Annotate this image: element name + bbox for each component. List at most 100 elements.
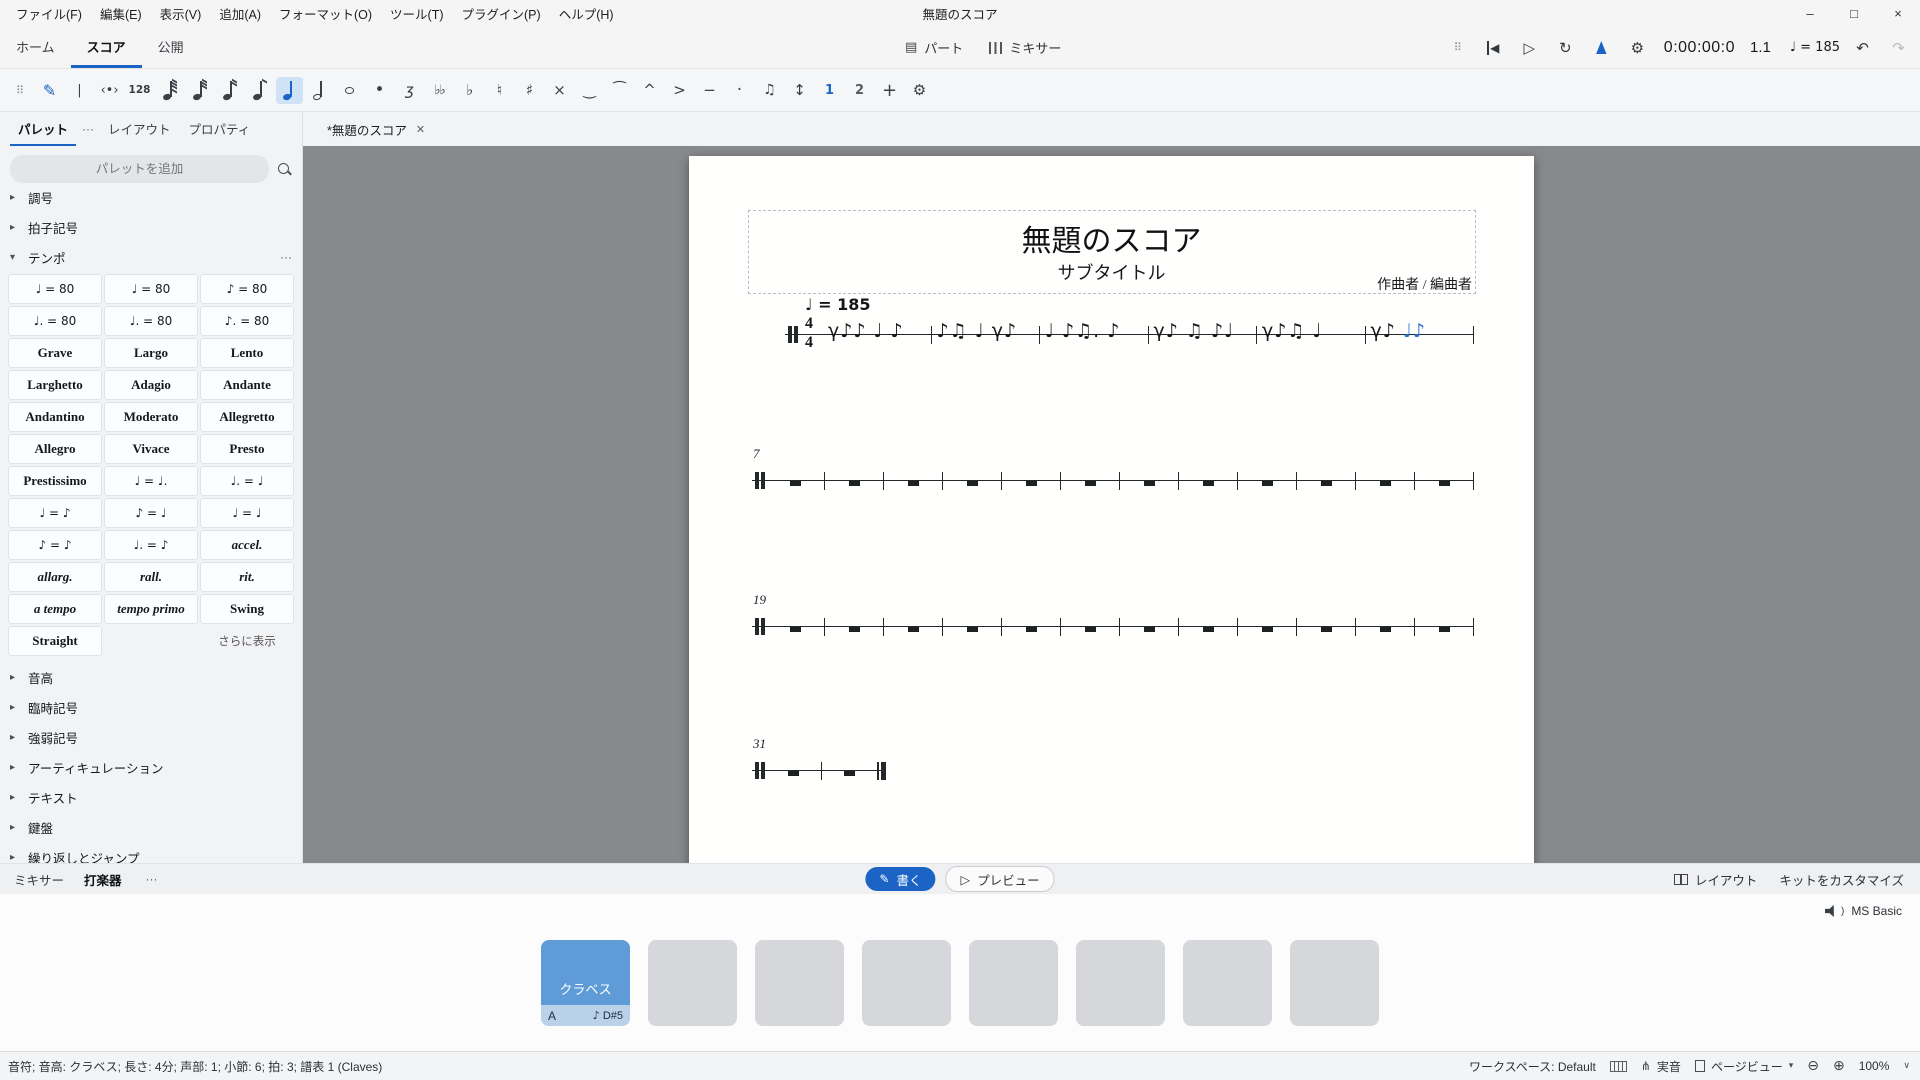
measure[interactable]: ♩ ♪♫. ♪	[1040, 326, 1149, 344]
measure[interactable]	[1297, 472, 1356, 490]
measure[interactable]	[1061, 618, 1120, 636]
measure[interactable]	[1356, 618, 1415, 636]
note-group[interactable]: ♩ ♪♫. ♪	[1045, 320, 1120, 342]
tempo-palette-item[interactable]: accel.	[200, 530, 294, 560]
measure[interactable]	[1002, 618, 1061, 636]
tempo-palette-item[interactable]: ♩ = ♪	[8, 498, 102, 528]
bottom-menu-icon[interactable]: ···	[142, 872, 162, 886]
minimize-button[interactable]: –	[1788, 0, 1832, 27]
palette-section-collapsed[interactable]: ▸鍵盤	[0, 812, 302, 842]
measure[interactable]	[766, 472, 825, 490]
tempo-palette-item[interactable]: ♩ = ♩.	[104, 466, 198, 496]
slur-button[interactable]: ⁀	[606, 77, 633, 104]
measure[interactable]	[884, 472, 943, 490]
toolbar-drag-handle[interactable]: ⠿	[6, 77, 33, 104]
measure[interactable]	[766, 618, 825, 636]
metronome-button[interactable]	[1588, 34, 1615, 61]
tempo-palette-item[interactable]: Adagio	[104, 370, 198, 400]
accent-button[interactable]: >	[666, 77, 693, 104]
drum-pad[interactable]	[1076, 940, 1165, 1026]
note-16-button[interactable]	[216, 77, 243, 104]
double-flat-button[interactable]: ♭♭	[426, 77, 453, 104]
staff-system[interactable]: 7	[752, 459, 1474, 503]
palettes-menu-icon[interactable]: ···	[78, 112, 98, 146]
playback-settings-button[interactable]: ⚙	[1624, 34, 1651, 61]
palette-section-menu-icon[interactable]: ···	[280, 250, 292, 264]
score-title[interactable]: 無題のスコア	[689, 216, 1534, 260]
tempo-palette-item[interactable]: ♩. = ♪	[104, 530, 198, 560]
close-tab-icon[interactable]: ✕	[416, 123, 425, 136]
playback-tempo[interactable]: ♩ = 185	[1790, 40, 1840, 55]
tempo-palette-item[interactable]: ♪ = 80	[200, 274, 294, 304]
tempo-palette-item[interactable]: ♩ = 80	[8, 274, 102, 304]
palette-section-collapsed[interactable]: ▸テキスト	[0, 782, 302, 812]
measure[interactable]	[766, 762, 822, 780]
redo-button[interactable]: ↷	[1885, 34, 1912, 61]
tempo-palette-item[interactable]: Presto	[200, 434, 294, 464]
tab-palettes[interactable]: パレット	[10, 112, 76, 146]
midi-keyboard-icon[interactable]	[1610, 1061, 1627, 1072]
measure[interactable]	[884, 618, 943, 636]
tempo-palette-item[interactable]: tempo primo	[104, 594, 198, 624]
zoom-in-button[interactable]: ⊕	[1833, 1058, 1845, 1074]
tempo-palette-item[interactable]: Allegro	[8, 434, 102, 464]
play-button[interactable]: ▷	[1516, 34, 1543, 61]
sharp-button[interactable]: ♯	[516, 77, 543, 104]
tempo-palette-item[interactable]: ♩. = ♩	[200, 466, 294, 496]
augmentation-dot-button[interactable]: •	[366, 77, 393, 104]
menu-item[interactable]: フォーマット(O)	[271, 1, 380, 26]
tempo-palette-item[interactable]: ♪ = ♪	[8, 530, 102, 560]
measure[interactable]: γ♪ ♩♪	[1366, 326, 1475, 344]
score-credits[interactable]: 作曲者 / 編曲者	[1377, 274, 1472, 294]
measure[interactable]	[1120, 618, 1179, 636]
tempo-palette-item[interactable]: allarg.	[8, 562, 102, 592]
tempo-palette-item[interactable]: ♩. = 80	[104, 306, 198, 336]
measure[interactable]	[822, 762, 878, 780]
palette-section-collapsed[interactable]: ▸臨時記号	[0, 692, 302, 722]
tab-home[interactable]: ホーム	[0, 27, 71, 68]
tempo-marking[interactable]: ♩ = 185	[805, 295, 871, 314]
drum-pad-claves[interactable]: クラベスA♪D#5	[541, 940, 630, 1026]
note-half-button[interactable]	[306, 77, 333, 104]
tab-layout[interactable]: レイアウト	[100, 112, 179, 146]
palette-section-collapsed[interactable]: ▸音高	[0, 662, 302, 692]
menu-item[interactable]: プラグイン(P)	[454, 1, 549, 26]
double-sharp-button[interactable]: ×	[546, 77, 573, 104]
time-signature[interactable]: 44	[799, 313, 823, 357]
tempo-palette-item[interactable]: a tempo	[8, 594, 102, 624]
selected-notes[interactable]: ♩♪	[1403, 320, 1426, 342]
tempo-palette-item[interactable]: Prestissimo	[8, 466, 102, 496]
measure[interactable]	[825, 618, 884, 636]
menu-item[interactable]: 表示(V)	[152, 1, 210, 26]
tuplet-button[interactable]: ♫	[756, 77, 783, 104]
drum-pad[interactable]	[862, 940, 951, 1026]
tempo-palette-item[interactable]: ♩ = 80	[104, 274, 198, 304]
note-group[interactable]: γ♪♫ ♩	[1262, 320, 1322, 342]
measure[interactable]	[1238, 472, 1297, 490]
undo-button[interactable]: ↶	[1849, 34, 1876, 61]
drum-pad[interactable]	[648, 940, 737, 1026]
tempo-palette-item[interactable]: Grave	[8, 338, 102, 368]
note-8-button[interactable]	[246, 77, 273, 104]
preview-mode-button[interactable]: ▷ プレビュー	[945, 866, 1054, 892]
flip-direction-button[interactable]: ↕	[786, 77, 813, 104]
measure[interactable]	[943, 472, 1002, 490]
zoom-chevron-icon[interactable]: ∨	[1903, 1061, 1910, 1071]
note-group[interactable]: γ♪ ♫ ♪♩	[1154, 320, 1235, 342]
tab-score[interactable]: スコア	[71, 27, 142, 68]
tempo-palette-item[interactable]: ♩ = ♩	[200, 498, 294, 528]
flat-button[interactable]: ♭	[456, 77, 483, 104]
view-mode-select[interactable]: ページビュー ▾	[1695, 1058, 1793, 1075]
note-group[interactable]: γ♪♪ ♩ ♪	[828, 320, 904, 342]
tick-mark-button[interactable]: |	[66, 77, 93, 104]
tab-mixer-bottom[interactable]: ミキサー	[14, 870, 64, 889]
note-32-button[interactable]	[186, 77, 213, 104]
tempo-palette-item[interactable]: Andante	[200, 370, 294, 400]
measure[interactable]	[1120, 472, 1179, 490]
palette-section-expanded[interactable]: ▾テンポ···	[0, 242, 302, 272]
rest-button[interactable]: ʒ	[396, 77, 423, 104]
menu-item[interactable]: ツール(T)	[382, 1, 451, 26]
tenuto-button[interactable]: −	[696, 77, 723, 104]
search-icon[interactable]	[277, 162, 292, 177]
tempo-palette-item[interactable]: rall.	[104, 562, 198, 592]
